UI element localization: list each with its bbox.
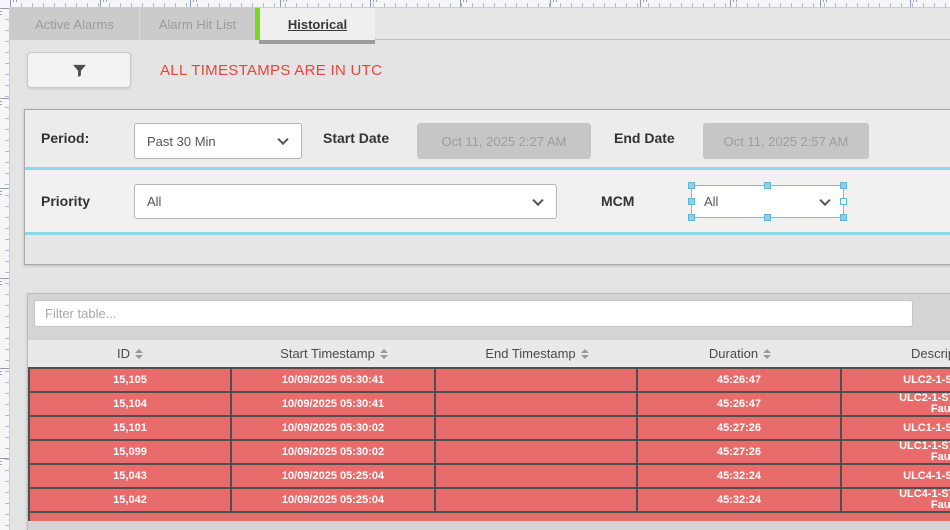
filter-row-dates: Period: Past 30 Min Start Date Oct 11, 2… bbox=[25, 110, 950, 167]
funnel-icon bbox=[71, 62, 88, 79]
cell-end bbox=[436, 369, 638, 391]
cell-id: 15,042 bbox=[30, 489, 232, 511]
cell-duration: 45:26:47 bbox=[638, 369, 842, 391]
table-header-row: ID Start Timestamp End Timestamp Duratio… bbox=[28, 340, 950, 367]
selection-handle[interactable] bbox=[840, 182, 847, 189]
selection-handle[interactable] bbox=[764, 214, 771, 221]
cell-id: 15,099 bbox=[30, 441, 232, 463]
alarm-row[interactable]: 15,099 10/09/2025 05:30:02 45:27:26 ULC1… bbox=[30, 441, 950, 465]
column-header-description[interactable]: Description bbox=[842, 340, 950, 367]
column-header-id[interactable]: ID bbox=[28, 340, 232, 367]
priority-label: Priority bbox=[41, 193, 90, 209]
alarm-viewer-screen: Active Alarms Alarm Hit List Historical … bbox=[0, 0, 950, 530]
selection-handle[interactable] bbox=[688, 214, 695, 221]
tab-historical[interactable]: Historical bbox=[260, 8, 375, 40]
column-header-end-timestamp[interactable]: End Timestamp bbox=[436, 340, 638, 367]
tab-historical-label: Historical bbox=[288, 17, 347, 32]
period-label: Period: bbox=[41, 130, 89, 146]
vertical-ruler bbox=[0, 8, 10, 530]
period-select[interactable]: Past 30 Min bbox=[134, 123, 302, 159]
alarm-row[interactable]: 15,105 10/09/2025 05:30:41 45:26:47 ULC2… bbox=[30, 369, 950, 393]
sort-icon bbox=[581, 349, 589, 359]
alarm-row[interactable]: 15,042 10/09/2025 05:25:04 45:32:24 ULC4… bbox=[30, 489, 950, 513]
alarm-row[interactable]: 15,101 10/09/2025 05:30:02 45:27:26 ULC1… bbox=[30, 417, 950, 441]
mcm-select[interactable]: All bbox=[691, 185, 844, 218]
column-header-label: ID bbox=[117, 346, 130, 361]
cell-end bbox=[436, 417, 638, 439]
utc-notice-text: ALL TIMESTAMPS ARE IN UTC bbox=[160, 62, 382, 79]
cell-duration: 45:32:24 bbox=[638, 489, 842, 511]
cell-start: 10/09/2025 05:30:41 bbox=[232, 369, 436, 391]
sort-icon bbox=[380, 349, 388, 359]
cell-end bbox=[436, 441, 638, 463]
cell-description: ULC4-1-ST1 Tip bbox=[842, 465, 950, 487]
cell-end bbox=[436, 393, 638, 415]
cell-description: ULC2-1-ST1 Tip bbox=[842, 369, 950, 391]
table-filter-input[interactable] bbox=[34, 300, 913, 327]
cell-duration: 45:27:26 bbox=[638, 417, 842, 439]
cell-id: 15,043 bbox=[30, 465, 232, 487]
panel-bottom-strip bbox=[25, 235, 950, 264]
cell-id: 15,101 bbox=[30, 417, 232, 439]
priority-select-value: All bbox=[147, 194, 161, 209]
mcm-select-value: All bbox=[704, 194, 718, 209]
alarm-row-partial[interactable] bbox=[30, 513, 950, 521]
chevron-down-icon bbox=[532, 194, 543, 205]
column-header-label: End Timestamp bbox=[485, 346, 575, 361]
chevron-down-icon bbox=[819, 194, 830, 205]
cell-description: ULC4-1-ST1 Com Fault bbox=[842, 489, 950, 511]
start-date-label: Start Date bbox=[323, 130, 389, 146]
period-select-value: Past 30 Min bbox=[147, 134, 216, 149]
column-header-label: Start Timestamp bbox=[280, 346, 375, 361]
selection-handle[interactable] bbox=[840, 214, 847, 221]
end-date-button[interactable]: Oct 11, 2025 2:57 AM bbox=[703, 123, 869, 159]
cell-start: 10/09/2025 05:30:02 bbox=[232, 417, 436, 439]
cell-description: ULC1-1-ST1 Tip bbox=[842, 417, 950, 439]
table-body: 15,105 10/09/2025 05:30:41 45:26:47 ULC2… bbox=[28, 367, 950, 521]
cell-start: 10/09/2025 05:30:41 bbox=[232, 393, 436, 415]
cell-duration: 45:27:26 bbox=[638, 441, 842, 463]
horizontal-ruler bbox=[10, 0, 950, 8]
start-date-button[interactable]: Oct 11, 2025 2:27 AM bbox=[417, 123, 591, 159]
cell-duration: 45:32:24 bbox=[638, 465, 842, 487]
priority-select[interactable]: All bbox=[134, 184, 557, 219]
cell-start: 10/09/2025 05:30:02 bbox=[232, 441, 436, 463]
selection-handle[interactable] bbox=[688, 182, 695, 189]
cell-id: 15,105 bbox=[30, 369, 232, 391]
selection-handle[interactable] bbox=[764, 182, 771, 189]
selection-handle[interactable] bbox=[688, 198, 695, 205]
cell-start: 10/09/2025 05:25:04 bbox=[232, 489, 436, 511]
sort-icon bbox=[135, 349, 143, 359]
tab-alarm-hit-list[interactable]: Alarm Hit List bbox=[139, 8, 255, 40]
chevron-down-icon bbox=[277, 134, 288, 145]
filter-toggle-button[interactable] bbox=[27, 52, 131, 88]
alarm-row[interactable]: 15,104 10/09/2025 05:30:41 45:26:47 ULC2… bbox=[30, 393, 950, 417]
filter-panel: Period: Past 30 Min Start Date Oct 11, 2… bbox=[24, 109, 950, 265]
column-header-start-timestamp[interactable]: Start Timestamp bbox=[232, 340, 436, 367]
cell-duration: 45:26:47 bbox=[638, 393, 842, 415]
cell-description: ULC2-1-ST1 Com Fault bbox=[842, 393, 950, 415]
sort-icon bbox=[763, 349, 771, 359]
selection-handle[interactable] bbox=[840, 198, 847, 205]
cell-end bbox=[436, 489, 638, 511]
alarm-row[interactable]: 15,043 10/09/2025 05:25:04 45:32:24 ULC4… bbox=[30, 465, 950, 489]
tab-bar: Active Alarms Alarm Hit List Historical bbox=[10, 8, 950, 40]
cell-start: 10/09/2025 05:25:04 bbox=[232, 465, 436, 487]
cell-end bbox=[436, 465, 638, 487]
mcm-label: MCM bbox=[601, 193, 634, 209]
cell-description: ULC1-1-ST1 Com Fault bbox=[842, 441, 950, 463]
ruler-corner bbox=[0, 0, 10, 8]
active-tab-underline bbox=[259, 40, 375, 44]
column-header-label: Description bbox=[911, 346, 950, 361]
filter-row-priority: Priority All MCM All bbox=[25, 170, 950, 232]
column-header-label: Duration bbox=[709, 346, 758, 361]
column-header-duration[interactable]: Duration bbox=[638, 340, 842, 367]
cell-id: 15,104 bbox=[30, 393, 232, 415]
historical-alarm-table: ID Start Timestamp End Timestamp Duratio… bbox=[27, 293, 950, 530]
tab-active-alarms[interactable]: Active Alarms bbox=[10, 8, 139, 40]
end-date-label: End Date bbox=[614, 130, 675, 146]
